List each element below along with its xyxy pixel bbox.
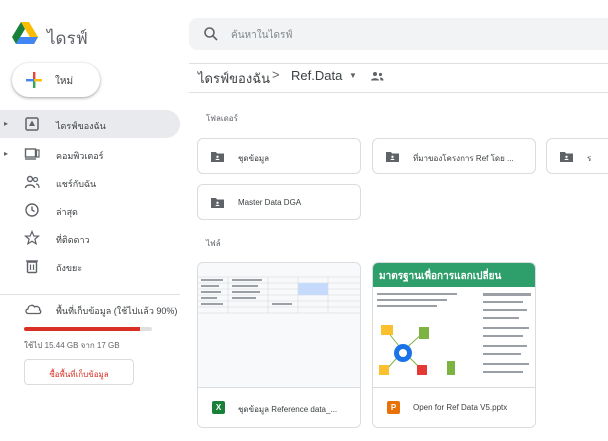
file-thumbnail: [198, 263, 360, 389]
sidebar-item-label: ที่ติดดาว: [56, 235, 90, 245]
folder-card[interactable]: ที่มาของโครงการ Ref โดย ...: [372, 138, 536, 174]
storage-progress-fill: [24, 327, 141, 331]
file-name: Open for Ref Data V5.pptx: [413, 403, 508, 412]
sheets-icon: X: [212, 401, 225, 414]
folder-name: ชุดข้อมูล: [238, 154, 270, 163]
breadcrumb-separator: >: [272, 67, 280, 82]
breadcrumb-root[interactable]: ไดรฟ์ของฉัน: [198, 68, 270, 89]
clock-icon: [25, 203, 39, 217]
storage-used-text: ใช้ไป 15.44 GB จาก 17 GB: [24, 341, 120, 350]
sidebar-item-my-drive[interactable]: ▸ ไดรฟ์ของฉัน: [0, 110, 180, 138]
file-thumbnail: มาตรฐานเพื่อการแลกเปลี่ยน: [373, 263, 535, 389]
drive-logo-icon: [12, 22, 38, 44]
file-card[interactable]: มาตรฐานเพื่อการแลกเปลี่ยน P Open for Ref…: [372, 262, 536, 428]
chevron-down-icon[interactable]: ▼: [349, 71, 357, 80]
search-bar[interactable]: ค้นหาในไดรฟ์: [189, 18, 608, 50]
star-icon: [24, 230, 40, 246]
shared-folder-icon[interactable]: [370, 71, 384, 81]
shared-people-icon: [24, 175, 40, 189]
folder-name: Master Data DGA: [238, 198, 302, 207]
file-name: ชุดข้อมูล Reference data_...: [238, 405, 338, 414]
sidebar-item-shared[interactable]: แชร์กับฉัน: [0, 168, 180, 196]
buy-storage-button[interactable]: ซื้อพื้นที่เก็บข้อมูล: [24, 359, 134, 385]
header-divider: [189, 63, 608, 64]
sidebar-item-label: ถังขยะ: [56, 263, 83, 273]
trash-icon: [26, 260, 38, 274]
spreadsheet-preview-image: [198, 263, 360, 389]
sidebar-item-starred[interactable]: ที่ติดดาว: [0, 224, 180, 252]
folder-card[interactable]: Master Data DGA: [197, 184, 361, 220]
shared-folder-icon: [560, 152, 573, 162]
my-drive-icon: [25, 117, 39, 131]
sidebar-item-recent[interactable]: ล่าสุด: [0, 196, 180, 224]
sidebar-item-label: แชร์กับฉัน: [56, 179, 97, 189]
file-card[interactable]: X ชุดข้อมูล Reference data_...: [197, 262, 361, 428]
folders-section-label: โฟลเดอร์: [206, 114, 238, 123]
slides-icon: P: [387, 401, 400, 414]
slide-preview-body: [373, 287, 535, 389]
expand-caret-icon[interactable]: ▸: [4, 119, 8, 128]
shared-folder-icon: [386, 152, 399, 162]
file-footer: P Open for Ref Data V5.pptx: [373, 387, 535, 427]
sidebar-item-label: ไดรฟ์ของฉัน: [56, 121, 106, 131]
app-title: ไดรฟ์: [47, 29, 88, 48]
shared-folder-icon: [211, 198, 224, 208]
buy-storage-label: ซื้อพื้นที่เก็บข้อมูล: [49, 370, 109, 379]
computer-icon: [24, 148, 40, 160]
new-button[interactable]: ใหม่: [12, 63, 100, 97]
folder-card[interactable]: ชุดข้อมูล: [197, 138, 361, 174]
slide-title-banner: มาตรฐานเพื่อการแลกเปลี่ยน: [373, 263, 535, 287]
folder-name: ที่มาของโครงการ Ref โดย ...: [413, 154, 514, 163]
shared-folder-icon: [211, 152, 224, 162]
sidebar-item-label: ล่าสุด: [56, 207, 78, 217]
folder-card[interactable]: ร: [546, 138, 608, 174]
search-icon[interactable]: [203, 26, 219, 42]
slide-title: มาตรฐานเพื่อการแลกเปลี่ยน: [379, 271, 502, 282]
plus-icon: [26, 72, 42, 88]
files-section-label: ไฟล์: [206, 239, 221, 248]
cloud-icon: [25, 304, 42, 315]
breadcrumb-current[interactable]: Ref.Data: [291, 68, 342, 83]
file-footer: X ชุดข้อมูล Reference data_...: [198, 387, 360, 427]
sidebar-divider: [0, 294, 180, 295]
folder-name: ร: [587, 154, 592, 163]
slide-preview-image: [377, 293, 531, 375]
sidebar-item-trash[interactable]: ถังขยะ: [0, 252, 180, 280]
sidebar-item-label: คอมพิวเตอร์: [56, 151, 104, 161]
expand-caret-icon[interactable]: ▸: [4, 149, 8, 158]
sidebar-item-computers[interactable]: ▸ คอมพิวเตอร์: [0, 140, 180, 168]
new-button-label: ใหม่: [55, 76, 74, 87]
storage-label[interactable]: พื้นที่เก็บข้อมูล (ใช้ไปแล้ว 90%): [56, 304, 177, 318]
storage-progress-bar: [24, 327, 152, 331]
search-input[interactable]: ค้นหาในไดรฟ์: [231, 28, 292, 43]
breadcrumb-divider: [189, 92, 608, 93]
